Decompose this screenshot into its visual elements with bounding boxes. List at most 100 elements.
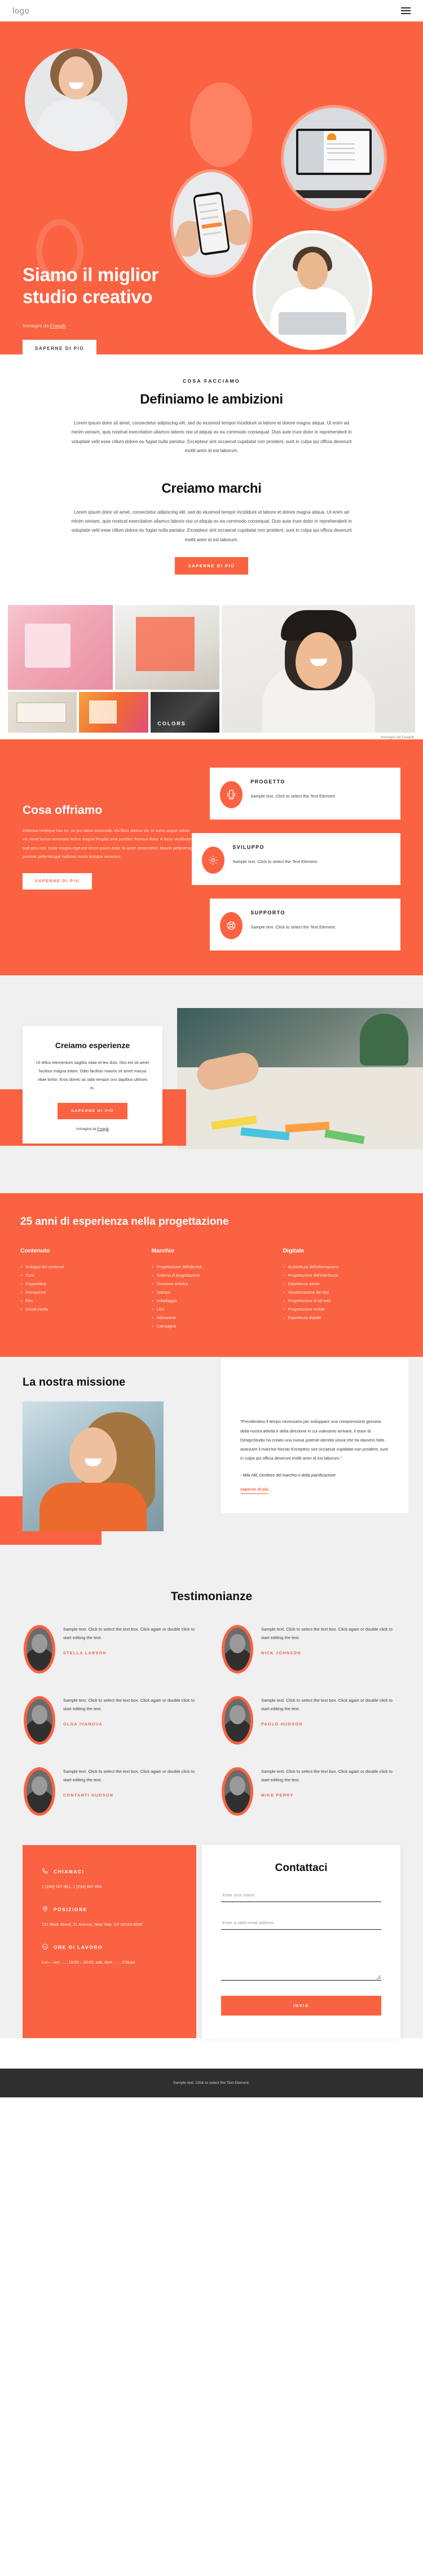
list-item[interactable]: + Sviluppo dei contenuti xyxy=(20,1263,140,1272)
contact-label: CHIAMACI xyxy=(54,1869,85,1875)
years-heading: 25 anni di esperienza nella progettazion… xyxy=(20,1216,229,1228)
gallery-section: Immagini da Freepik xyxy=(0,602,423,739)
list-item[interactable]: + Architettura dell'informazione xyxy=(283,1263,403,1272)
testimonial-item: Sample text. Click to select the text bo… xyxy=(222,1625,399,1674)
list-item[interactable]: + Film xyxy=(20,1297,140,1305)
list-item[interactable]: + Progettazione dell'interfaccia xyxy=(283,1272,403,1280)
site-footer: Sample text. Click to select the Text El… xyxy=(0,2069,423,2098)
experience-photo xyxy=(177,1008,423,1150)
offer-section: Cosa offriamo Delectus recteque has ne, … xyxy=(0,739,423,976)
offer-cta-button[interactable]: SAPERNE DI PIÙ xyxy=(23,873,92,890)
testimonial-text: Sample text. Click to select the text bo… xyxy=(63,1627,195,1641)
service-card-sviluppo[interactable]: SVILUPPO Sample text. Click to select th… xyxy=(192,833,400,886)
list-item[interactable]: + Sistema di progettazione xyxy=(152,1272,272,1280)
avatar xyxy=(222,1625,253,1674)
hero-credit-prefix: Immagini da xyxy=(23,322,50,328)
offer-heading: Cosa offriamo xyxy=(23,804,103,817)
testimonial-text: Sample text. Click to select the text bo… xyxy=(63,1769,195,1783)
years-column-contenuto: Contenuto + Sviluppo dei contenuti + Cura … xyxy=(20,1247,140,1331)
testimonial-text: Sample text. Click to select the text bo… xyxy=(63,1698,195,1712)
clock-24-icon: 24 xyxy=(42,1943,49,1951)
testimonial-item: Sample text. Click to select the text bo… xyxy=(24,1767,201,1816)
service-card-supporto[interactable]: SUPPORTO Sample text. Click to select th… xyxy=(210,899,400,951)
list-item[interactable]: + Imballaggio xyxy=(152,1297,272,1305)
experience-credit-link[interactable]: Freepik xyxy=(97,1127,109,1131)
heading-definiamo: Definiamo le ambizioni xyxy=(140,392,283,407)
what-we-do-section: COSA FACCIAMO Definiamo le ambizioni Lor… xyxy=(0,354,423,602)
message-field[interactable] xyxy=(221,1944,381,1981)
list-item[interactable]: + Stampa xyxy=(152,1289,272,1297)
offer-text-block: Cosa offriamo Delectus recteque has ne, … xyxy=(23,763,196,950)
list-item[interactable]: + Progettazione di siti web xyxy=(283,1297,403,1305)
email-field[interactable] xyxy=(221,1918,381,1930)
years-column-marchio: Marchio + Progettazione dell'identità + Si… xyxy=(152,1247,272,1331)
list-item[interactable]: + Animazione xyxy=(20,1289,140,1297)
list-item[interactable]: + Libri xyxy=(152,1305,272,1314)
page-root: logo Siamo il miglior studio creativo Im… xyxy=(0,0,423,2098)
offer-paragraph: Delectus recteque has ne, no pro tation … xyxy=(23,828,196,859)
logo[interactable]: logo xyxy=(12,6,29,16)
list-item[interactable]: + Esperienza digitale xyxy=(283,1314,403,1322)
avatar xyxy=(24,1625,55,1674)
avatar xyxy=(222,1696,253,1745)
paragraph-creiamo-marchi: Lorem ipsum dolor sit amet, consectetur … xyxy=(71,509,352,542)
contact-label: ORE DI LAVORO xyxy=(54,1944,103,1950)
hero-title-line-1: Siamo il miglior xyxy=(23,264,158,285)
experience-section: Creiamo esperienze Ut tellus elementum s… xyxy=(0,975,423,1194)
list-item[interactable]: + Attivazione xyxy=(152,1314,272,1322)
hero-photo-laptop xyxy=(281,105,387,211)
testimonial-text: Sample text. Click to select the text bo… xyxy=(261,1698,393,1712)
service-title: SVILUPPO xyxy=(232,844,265,851)
footer-text: Sample text. Click to select the Text El… xyxy=(173,2081,250,2086)
service-card-progetto[interactable]: PROGETTO Sample text. Click to select th… xyxy=(210,768,400,820)
column-title: Contenuto xyxy=(20,1247,50,1255)
list-item[interactable]: + Esperienza utente xyxy=(283,1280,403,1289)
list-item[interactable]: + Cura xyxy=(20,1272,140,1280)
contact-info-panel: CHIAMACI 1 (234) 567-891, 1 (234) 987-65… xyxy=(23,1845,197,2039)
experience-cta-button[interactable]: SAPERNE DI PIÙ xyxy=(58,1102,127,1119)
years-experience-section: 25 anni di esperienza nella progettazion… xyxy=(0,1193,423,1357)
contact-location-row: POSIZIONE 121 Rock Street, 21 Avenue, Ne… xyxy=(42,1905,177,1929)
contact-label: POSIZIONE xyxy=(54,1906,87,1912)
contact-form-heading: Contattaci xyxy=(275,1862,328,1874)
gallery-image-4 xyxy=(79,692,148,733)
submit-button[interactable]: INVIA xyxy=(221,1996,381,2016)
hero-credit-link[interactable]: Freepik xyxy=(50,323,66,328)
testimonial-name: PAOLO HUDSON xyxy=(261,1721,303,1727)
experience-paragraph: Ut tellus elementum sagittis vitae et le… xyxy=(36,1060,149,1090)
list-item[interactable]: + Progettazione mobile xyxy=(283,1305,403,1314)
testimonial-item: Sample text. Click to select the text bo… xyxy=(24,1625,201,1674)
list-item[interactable]: + Copywriting xyxy=(20,1280,140,1289)
testimonial-name: MIKE PERRY xyxy=(261,1792,294,1798)
list-item[interactable]: + Visualizzazione dei dati xyxy=(283,1289,403,1297)
list-item[interactable]: + Direzione artistica xyxy=(152,1280,272,1289)
mission-quote: "Prendendosi il tempo necessario per svi… xyxy=(240,1419,388,1461)
hero-photo-man xyxy=(253,230,372,350)
column-title: Digitale xyxy=(283,1247,305,1255)
testimonials-section: Testimonianze Sample text. Click to sele… xyxy=(0,1573,423,1841)
column-title: Marchio xyxy=(151,1247,174,1255)
mission-photo xyxy=(23,1401,164,1532)
paragraph-definiamo: Lorem ipsum dolor sit amet, consectetur … xyxy=(71,420,352,454)
service-text: Sample text. Click to select the Text El… xyxy=(250,925,336,930)
list-item[interactable]: + Social media xyxy=(20,1305,140,1314)
contact-hours-row: 24 ORE DI LAVORO Lun – ven ...... 10:00 … xyxy=(42,1943,177,1966)
gallery-image-1 xyxy=(8,605,113,690)
hamburger-menu-icon[interactable] xyxy=(401,7,411,14)
mission-learn-more-link[interactable]: saperne di più xyxy=(240,1487,269,1494)
what-we-do-cta-button[interactable]: SAPERNE DI PIÙ xyxy=(174,557,249,575)
hero-cta-button[interactable]: SAPERNE DI PIÙ xyxy=(23,339,96,354)
avatar xyxy=(24,1767,55,1816)
contact-form-panel: Contattaci INVIA xyxy=(202,1845,400,2039)
list-item[interactable]: + Progettazione dell'identità xyxy=(152,1263,272,1272)
list-item[interactable]: + Campagna xyxy=(152,1322,272,1331)
mission-section: La nostra missione "Prendendosi il tempo… xyxy=(0,1357,423,1574)
experience-card: Creiamo esperienze Ut tellus elementum s… xyxy=(23,1026,162,1144)
experience-credit: Immagine da Freepik xyxy=(35,1127,150,1131)
name-field[interactable] xyxy=(221,1890,381,1903)
testimonial-item: Sample text. Click to select the text bo… xyxy=(222,1696,399,1745)
testimonial-text: Sample text. Click to select the text bo… xyxy=(261,1769,393,1783)
testimonial-name: OLGA IVANOVA xyxy=(63,1721,103,1727)
hero-title: Siamo il miglior studio creativo xyxy=(23,264,220,308)
avatar xyxy=(222,1767,253,1816)
